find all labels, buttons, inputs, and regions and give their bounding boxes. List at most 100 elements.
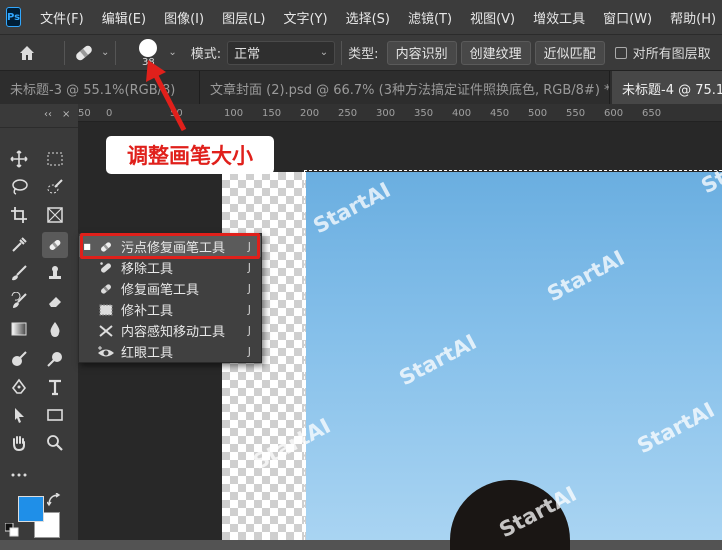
- menu-type[interactable]: 文字(Y): [274, 8, 336, 27]
- menu-plugins[interactable]: 增效工具: [524, 8, 594, 27]
- type-proximity-match-button[interactable]: 近似匹配: [534, 40, 605, 65]
- ruler-label: 150: [262, 108, 282, 119]
- tab-title: 文章封面 (2).psd @ 66.7% (3种方法搞定证件照换底色, RGB/…: [210, 82, 610, 98]
- close-panel-icon[interactable]: ×: [62, 109, 70, 120]
- flyout-item-red-eye[interactable]: 红眼工具 J: [79, 341, 261, 362]
- shortcut-key: J: [247, 282, 251, 295]
- ruler-label: 250: [338, 108, 358, 119]
- pen-tool-icon[interactable]: [6, 374, 32, 400]
- eraser-icon[interactable]: [42, 288, 68, 314]
- annotation-arrow-icon: [146, 60, 187, 132]
- healing-brush-icon: [95, 281, 117, 297]
- menu-edit[interactable]: 编辑(E): [93, 8, 155, 27]
- red-eye-icon: [95, 344, 117, 360]
- type-create-texture-button[interactable]: 创建纹理: [460, 40, 531, 65]
- tab-article-cover[interactable]: 文章封面 (2).psd @ 66.7% (3种方法搞定证件照换底色, RGB/…: [200, 71, 610, 105]
- ruler-label: 500: [528, 108, 548, 119]
- history-brush-icon[interactable]: [6, 288, 32, 314]
- flyout-item-label: 内容感知移动工具: [121, 325, 226, 340]
- rectangle-tool-icon[interactable]: [42, 402, 68, 428]
- ruler-label: 450: [490, 108, 510, 119]
- flyout-item-label: 修补工具: [121, 304, 174, 319]
- quick-selection-icon[interactable]: [42, 174, 68, 200]
- crop-tool-icon[interactable]: [6, 202, 32, 228]
- ruler-label: 50: [78, 108, 91, 119]
- shortcut-key: J: [247, 261, 251, 274]
- zoom-tool-icon[interactable]: [42, 430, 68, 456]
- ruler-label: 600: [604, 108, 624, 119]
- home-icon[interactable]: [18, 44, 36, 62]
- divider: [115, 40, 117, 65]
- menu-layer[interactable]: 图层(L): [213, 8, 274, 27]
- mode-value: 正常: [234, 47, 261, 62]
- remove-tool-icon: [95, 260, 117, 276]
- divider: [341, 40, 343, 65]
- smudge-icon[interactable]: [42, 346, 68, 372]
- spot-healing-tool-icon[interactable]: [42, 232, 68, 258]
- tools-panel-header: ‹‹ ×: [0, 104, 78, 128]
- mode-dropdown[interactable]: 正常 ⌄: [227, 40, 336, 65]
- menu-help[interactable]: 帮助(H): [661, 8, 722, 27]
- flyout-item-patch[interactable]: 修补工具 J: [79, 299, 261, 320]
- flyout-item-remove[interactable]: 移除工具 J: [79, 257, 261, 278]
- type-tool-icon[interactable]: [42, 374, 68, 400]
- menu-view[interactable]: 视图(V): [461, 8, 524, 27]
- divider: [64, 40, 65, 65]
- shortcut-key: J: [247, 303, 251, 316]
- brush-tip-icon: [139, 38, 158, 57]
- flyout-item-label: 移除工具: [121, 262, 174, 277]
- flyout-item-label: 红眼工具: [121, 346, 174, 361]
- document-tabs: 未标题-3 @ 55.1%(RGB/8) 文章封面 (2).psd @ 66.7…: [0, 70, 722, 105]
- menu-bar: Ps 文件(F) 编辑(E) 图像(I) 图层(L) 文字(Y) 选择(S) 滤…: [0, 0, 722, 34]
- ruler-label: 400: [452, 108, 472, 119]
- gradient-icon[interactable]: [6, 316, 32, 342]
- shortcut-key: J: [247, 324, 251, 337]
- menu-file[interactable]: 文件(F): [31, 8, 93, 27]
- ruler-label: 350: [414, 108, 434, 119]
- photoshop-logo: Ps: [6, 7, 22, 27]
- more-tools-icon[interactable]: [6, 462, 32, 488]
- chevron-down-icon: ⌄: [319, 47, 329, 58]
- shortcut-key: J: [247, 345, 251, 358]
- swap-colors-icon[interactable]: [46, 492, 62, 508]
- menu-image[interactable]: 图像(I): [155, 8, 213, 27]
- blur-icon[interactable]: [42, 316, 68, 342]
- lasso-tool-icon[interactable]: [6, 174, 32, 200]
- sample-all-layers-label: 对所有图层取: [632, 47, 711, 62]
- ruler-label: 0: [106, 108, 113, 119]
- path-selection-icon[interactable]: [6, 402, 32, 428]
- dodge-icon[interactable]: [6, 346, 32, 372]
- type-label: 类型:: [348, 47, 379, 62]
- tool-preset-chevron-icon[interactable]: ⌄: [101, 47, 109, 58]
- ruler-label: 650: [642, 108, 662, 119]
- ruler-label: 550: [566, 108, 586, 119]
- flyout-item-healing-brush[interactable]: 修复画笔工具 J: [79, 278, 261, 299]
- tab-untitled-4[interactable]: 未标题-4 @ 75.1%: [612, 71, 722, 105]
- flyout-item-content-aware-move[interactable]: 内容感知移动工具 J: [79, 320, 261, 341]
- tab-title: 未标题-4 @ 75.1%: [622, 82, 722, 98]
- annotation-callout: 调整画笔大小: [106, 136, 274, 174]
- menu-window[interactable]: 窗口(W): [594, 8, 661, 27]
- patch-icon: [95, 302, 117, 318]
- frame-tool-icon[interactable]: [42, 202, 68, 228]
- type-content-aware-button[interactable]: 内容识别: [386, 40, 457, 65]
- foreground-color-swatch[interactable]: [18, 496, 44, 522]
- flyout-item-label: 修复画笔工具: [121, 283, 200, 298]
- default-colors-icon[interactable]: [2, 520, 22, 540]
- options-bar: ⌄ 38 ⌄ 模式: 正常 ⌄ 类型: 内容识别 创建纹理 近似匹配 对所有图层…: [0, 34, 722, 70]
- hand-tool-icon[interactable]: [6, 430, 32, 456]
- eyedropper-icon[interactable]: [6, 232, 32, 258]
- rectangular-marquee-icon[interactable]: [42, 146, 68, 172]
- selection-marquee: [304, 170, 722, 540]
- clone-stamp-icon[interactable]: [42, 260, 68, 286]
- spot-healing-brush-icon[interactable]: [71, 42, 97, 64]
- highlight-box: [80, 233, 260, 259]
- menu-filter[interactable]: 滤镜(T): [399, 8, 461, 27]
- sample-all-layers-checkbox[interactable]: [614, 46, 627, 59]
- ruler-label: 200: [300, 108, 320, 119]
- ruler-label: 100: [224, 108, 244, 119]
- collapse-panel-icon[interactable]: ‹‹: [44, 109, 52, 120]
- menu-select[interactable]: 选择(S): [337, 8, 399, 27]
- brush-tool-icon[interactable]: [6, 260, 32, 286]
- move-tool-icon[interactable]: [6, 146, 32, 172]
